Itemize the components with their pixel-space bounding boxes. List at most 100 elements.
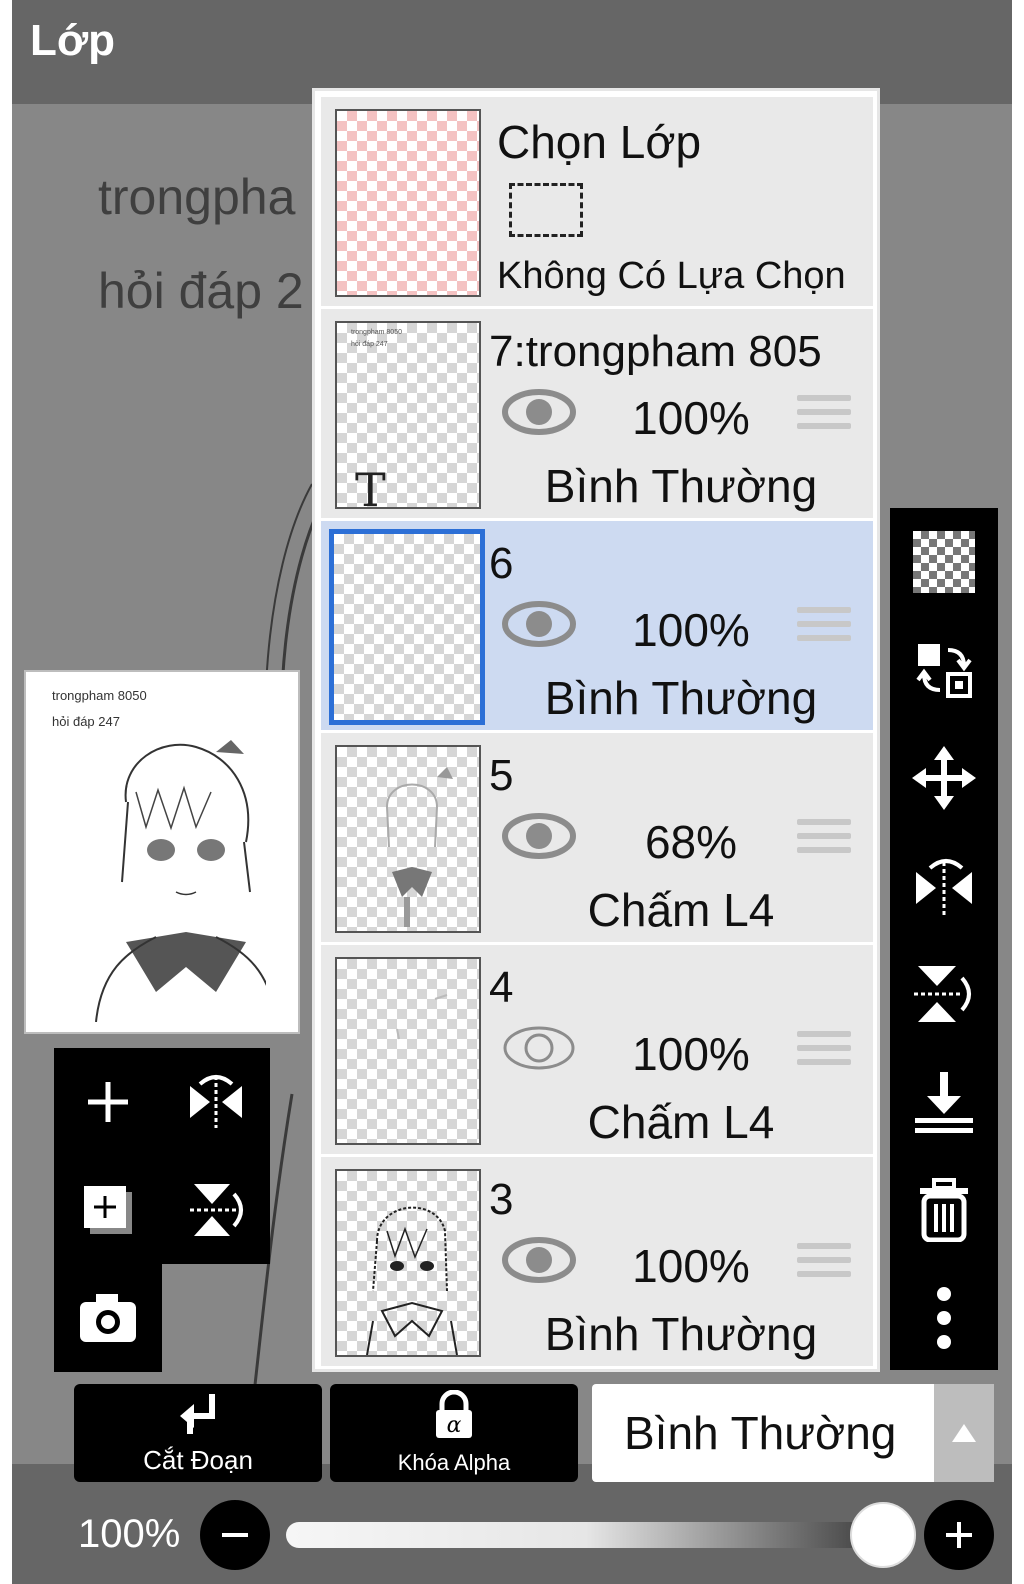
clip-label: Cắt Đoạn bbox=[143, 1445, 253, 1475]
merge-down-button[interactable] bbox=[890, 1048, 998, 1156]
visibility-eye-icon[interactable] bbox=[501, 811, 577, 861]
layer-row[interactable]: 5 68% Chấm L4 bbox=[321, 733, 873, 945]
layer-opacity: 100% bbox=[632, 1028, 750, 1080]
layer-thumb-text-line1: trongpham 8050 bbox=[351, 329, 402, 336]
minus-icon bbox=[222, 1533, 248, 1537]
layer-blend-mode: Chấm L4 bbox=[587, 884, 775, 936]
right-toolbar bbox=[890, 508, 998, 1370]
lock-icon: α bbox=[436, 1390, 472, 1438]
flip-horizontal-icon bbox=[190, 1075, 242, 1128]
drag-handle-icon[interactable] bbox=[797, 607, 851, 649]
more-vertical-icon bbox=[937, 1287, 951, 1349]
add-copy-layer-icon bbox=[84, 1186, 132, 1234]
blend-mode-select[interactable]: Bình Thường bbox=[592, 1384, 994, 1482]
frame-left bbox=[0, 0, 12, 1584]
selection-rect-icon bbox=[509, 183, 583, 237]
trash-icon bbox=[920, 1178, 968, 1242]
more-options-button[interactable] bbox=[890, 1264, 998, 1372]
frame-right bbox=[1012, 0, 1024, 1584]
drag-handle-icon[interactable] bbox=[797, 395, 851, 437]
layer-blend-mode: Bình Thường bbox=[544, 672, 818, 724]
drag-handle-icon[interactable] bbox=[797, 1243, 851, 1285]
move-icon bbox=[912, 746, 976, 810]
layer-blend-mode: Bình Thường bbox=[544, 460, 818, 512]
merge-down-icon bbox=[915, 1072, 973, 1133]
transparent-fill-button[interactable] bbox=[890, 508, 998, 616]
layer-row[interactable]: 3 100% Bình Thường bbox=[321, 1157, 873, 1369]
opacity-decrease-button[interactable] bbox=[200, 1500, 270, 1570]
add-layer-icon bbox=[88, 1082, 128, 1122]
swap-icon bbox=[916, 644, 972, 698]
drag-handle-icon[interactable] bbox=[797, 819, 851, 861]
layer-thumbnail bbox=[335, 745, 481, 933]
canvas-text-line2: hỏi đáp 2 bbox=[98, 263, 304, 319]
layer-opacity: 100% bbox=[632, 604, 750, 656]
layer-opacity: 100% bbox=[632, 1240, 750, 1292]
flip-horizontal-icon bbox=[916, 859, 972, 916]
canvas-preview[interactable]: trongpham 8050 hỏi đáp 247 bbox=[24, 670, 300, 1034]
add-layer-button[interactable] bbox=[54, 1048, 162, 1156]
selection-status: Không Có Lựa Chọn bbox=[497, 255, 846, 297]
page-title: Lớp bbox=[30, 16, 116, 65]
camera-button[interactable] bbox=[54, 1264, 162, 1372]
layer-blend-mode: Bình Thường bbox=[544, 1308, 818, 1360]
layer-blend-mode: Chấm L4 bbox=[587, 1096, 775, 1148]
opacity-value: 100% bbox=[78, 1512, 181, 1556]
opacity-increase-button[interactable] bbox=[924, 1500, 994, 1570]
flip-layer-horizontal-button[interactable] bbox=[162, 1048, 270, 1156]
flip-horizontal-button[interactable] bbox=[890, 832, 998, 940]
layer-opacity: 68% bbox=[644, 816, 738, 868]
layer-thumbnail: trongpham 8050 hỏi đáp 247 T bbox=[335, 321, 481, 517]
preview-text-line2: hỏi đáp 247 bbox=[52, 714, 120, 729]
alpha-lock-button[interactable]: α Khóa Alpha bbox=[330, 1384, 578, 1482]
selection-layer-title: Chọn Lớp bbox=[497, 116, 702, 168]
opacity-slider-knob[interactable] bbox=[850, 1502, 916, 1568]
layer-row[interactable]: 4 100% Chấm L4 bbox=[321, 945, 873, 1157]
layer-name: 3 bbox=[489, 1175, 514, 1224]
layer-name: 5 bbox=[489, 751, 514, 800]
selection-layer-thumbnail bbox=[335, 109, 481, 297]
flip-vertical-button[interactable] bbox=[890, 940, 998, 1048]
flip-layer-vertical-button[interactable] bbox=[162, 1156, 270, 1264]
copy-layer-button[interactable] bbox=[54, 1156, 162, 1264]
layer-thumb-drawing bbox=[396, 994, 448, 1040]
flip-vertical-icon bbox=[914, 966, 971, 1022]
drag-handle-icon[interactable] bbox=[797, 1031, 851, 1073]
layer-thumbnail bbox=[335, 957, 481, 1145]
canvas-text-line1: trongpha bbox=[98, 169, 296, 225]
layer-list[interactable]: Chọn Lớp Không Có Lựa Chọn trongpham 805… bbox=[312, 88, 880, 1372]
layer-name: 7:trongpham 805 bbox=[489, 327, 822, 376]
layer-row[interactable]: trongpham 8050 hỏi đáp 247 T 7:trongpham… bbox=[321, 309, 873, 521]
layer-name: 6 bbox=[489, 539, 514, 588]
visibility-eye-icon[interactable] bbox=[501, 387, 577, 437]
selection-layer-row[interactable]: Chọn Lớp Không Có Lựa Chọn bbox=[321, 97, 873, 309]
layer-thumbnail bbox=[329, 529, 485, 725]
alpha-lock-label: Khóa Alpha bbox=[397, 1450, 511, 1475]
visibility-eye-icon[interactable] bbox=[501, 599, 577, 649]
preview-drawing bbox=[95, 740, 266, 1022]
svg-text:α: α bbox=[447, 1413, 462, 1438]
layer-name: 4 bbox=[489, 963, 514, 1012]
plus-icon bbox=[946, 1522, 972, 1548]
delete-layer-button[interactable] bbox=[890, 1156, 998, 1264]
swap-layer-button[interactable] bbox=[890, 616, 998, 724]
visibility-eye-off-icon[interactable] bbox=[501, 1023, 577, 1073]
layer-thumb-drawing bbox=[386, 767, 453, 927]
layer-thumbnail bbox=[335, 1169, 481, 1357]
flip-vertical-icon bbox=[190, 1184, 243, 1236]
layer-thumb-drawing bbox=[366, 1206, 458, 1356]
blend-mode-value: Bình Thường bbox=[624, 1407, 897, 1459]
opacity-slider[interactable] bbox=[286, 1522, 886, 1548]
layer-thumb-text-line2: hỏi đáp 247 bbox=[351, 341, 388, 348]
layer-opacity: 100% bbox=[632, 392, 750, 444]
transparent-fill-icon bbox=[913, 531, 975, 593]
visibility-eye-icon[interactable] bbox=[501, 1235, 577, 1285]
dropdown-arrow-icon[interactable] bbox=[934, 1384, 994, 1482]
camera-icon bbox=[80, 1294, 136, 1342]
clip-button[interactable]: Cắt Đoạn bbox=[74, 1384, 322, 1482]
move-layer-button[interactable] bbox=[890, 724, 998, 832]
preview-text-line1: trongpham 8050 bbox=[52, 688, 147, 703]
layer-row-selected[interactable]: 6 100% Bình Thường bbox=[321, 521, 873, 733]
text-layer-icon: T bbox=[355, 463, 386, 517]
clip-arrow-icon bbox=[180, 1394, 215, 1434]
